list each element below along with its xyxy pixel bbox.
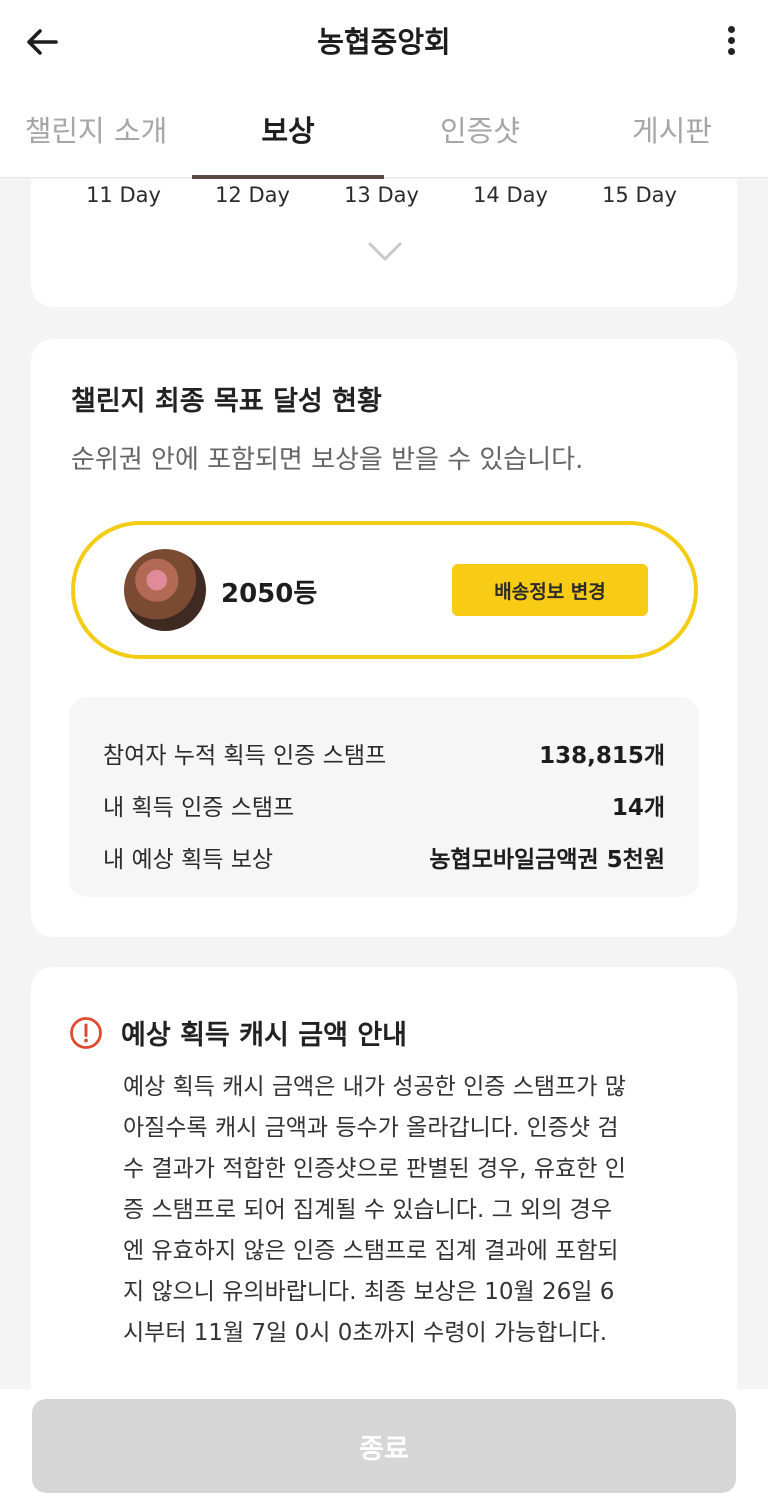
day-label: 13 Day bbox=[344, 183, 419, 207]
tab-challenge-intro[interactable]: 챌린지 소개 bbox=[0, 80, 192, 178]
stat-row: 참여자 누적 획득 인증 스탬프 138,815개 bbox=[103, 727, 665, 779]
page-title: 농협중앙회 bbox=[317, 25, 451, 59]
info-body: 예상 획득 캐시 금액은 내가 성공한 인증 스탬프가 많 아질수록 캐시 금액… bbox=[123, 1067, 703, 1354]
info-line: 수 결과가 적합한 인증샷으로 판별된 경우, 유효한 인 bbox=[123, 1156, 626, 1182]
day-label: 15 Day bbox=[602, 183, 677, 207]
day-label: 11 Day bbox=[86, 183, 161, 207]
cash-info-card: 예상 획득 캐시 금액 안내 예상 획득 캐시 금액은 내가 성공한 인증 스탬… bbox=[31, 967, 737, 1389]
stat-value: 14개 bbox=[611, 795, 665, 821]
alert-circle-icon bbox=[70, 1016, 102, 1049]
tab-bar: 챌린지 소개 보상 인증샷 게시판 bbox=[0, 80, 768, 179]
chevron-down-icon[interactable] bbox=[367, 241, 403, 263]
day-progress-card: 11 Day 12 Day 13 Day 14 Day 15 Day bbox=[31, 179, 737, 307]
info-line: 증 스탬프로 되어 집계될 수 있습니다. 그 외의 경우 bbox=[123, 1197, 612, 1223]
info-title: 예상 획득 캐시 금액 안내 bbox=[121, 1020, 407, 1051]
tab-proof-shots[interactable]: 인증샷 bbox=[384, 80, 576, 178]
goal-status-card: 챌린지 최종 목표 달성 현황 순위권 안에 포함되면 보상을 받을 수 있습니… bbox=[31, 339, 737, 937]
info-line: 예상 획득 캐시 금액은 내가 성공한 인증 스탬프가 많 bbox=[123, 1074, 626, 1100]
my-rank-box: 2050등 배송정보 변경 bbox=[71, 521, 698, 659]
avatar bbox=[124, 549, 206, 631]
change-shipping-button[interactable]: 배송정보 변경 bbox=[452, 564, 648, 616]
content-scroll[interactable]: 11 Day 12 Day 13 Day 14 Day 15 Day 챌린지 최… bbox=[0, 179, 768, 1389]
stats-panel: 참여자 누적 획득 인증 스탬프 138,815개 내 획득 인증 스탬프 14… bbox=[69, 697, 699, 897]
day-label: 14 Day bbox=[473, 183, 548, 207]
end-button[interactable]: 종료 bbox=[32, 1399, 736, 1493]
stat-value: 농협모바일금액권 5천원 bbox=[429, 847, 665, 873]
info-line: 엔 유효하지 않은 인증 스탬프로 집계 결과에 포함되 bbox=[123, 1238, 619, 1264]
day-list: 11 Day 12 Day 13 Day 14 Day 15 Day bbox=[59, 183, 704, 207]
stat-row: 내 획득 인증 스탬프 14개 bbox=[103, 779, 665, 831]
app-bar: 농협중앙회 bbox=[0, 0, 768, 80]
stat-row: 내 예상 획득 보상 농협모바일금액권 5천원 bbox=[103, 831, 665, 883]
rank-value: 2050등 bbox=[221, 579, 318, 609]
stat-label: 내 획득 인증 스탬프 bbox=[103, 795, 295, 821]
info-line: 아질수록 캐시 금액과 등수가 올라갑니다. 인증샷 검 bbox=[123, 1115, 619, 1141]
stat-value: 138,815개 bbox=[539, 743, 665, 769]
goal-title: 챌린지 최종 목표 달성 현황 bbox=[71, 386, 382, 417]
stat-label: 내 예상 획득 보상 bbox=[103, 847, 274, 873]
info-line: 시부터 11월 7일 0시 0초까지 수령이 가능합니다. bbox=[123, 1320, 608, 1346]
tab-rewards[interactable]: 보상 bbox=[192, 80, 384, 179]
goal-subtitle: 순위권 안에 포함되면 보상을 받을 수 있습니다. bbox=[71, 445, 584, 475]
arrow-left-icon[interactable] bbox=[22, 22, 62, 62]
info-header: 예상 획득 캐시 금액 안내 bbox=[69, 1013, 407, 1052]
day-label: 12 Day bbox=[215, 183, 290, 207]
info-line: 지 않으니 유의바랍니다. 최종 보상은 10월 26일 6 bbox=[123, 1279, 615, 1305]
bottom-bar: 종료 bbox=[0, 1389, 768, 1503]
stat-label: 참여자 누적 획득 인증 스탬프 bbox=[103, 743, 387, 769]
more-vertical-icon[interactable] bbox=[726, 26, 736, 58]
tab-board[interactable]: 게시판 bbox=[576, 80, 768, 178]
